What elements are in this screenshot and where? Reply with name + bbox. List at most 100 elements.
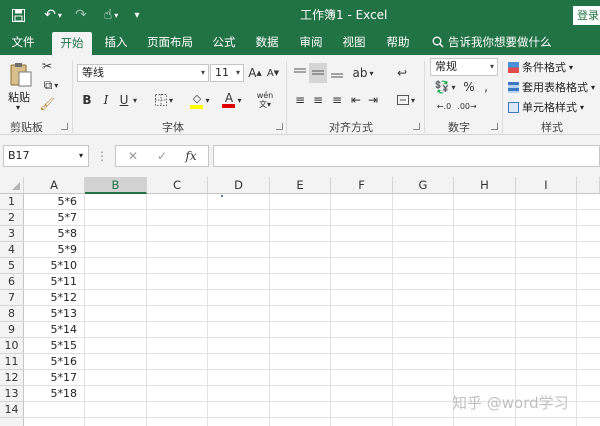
insert-function-icon[interactable]: fx <box>182 148 200 164</box>
comma-style-icon[interactable]: , <box>479 79 493 95</box>
underline-button[interactable]: U <box>117 92 131 108</box>
percent-style-icon[interactable]: % <box>462 79 476 95</box>
phonetic-guide-icon[interactable]: wén 文▾ <box>253 89 277 111</box>
touch-mode-icon[interactable]: ☝ ▾ <box>96 0 126 30</box>
cell-a5[interactable]: 5*10 <box>24 258 85 274</box>
row-header[interactable]: 13 <box>0 386 24 402</box>
number-launcher-icon[interactable] <box>491 123 498 130</box>
enter-check-icon[interactable]: ✓ <box>153 148 171 164</box>
copy-icon[interactable]: ⧉ ▾ <box>38 77 64 93</box>
increase-indent-icon[interactable]: ⇥ <box>365 91 381 109</box>
column-header[interactable]: A <box>24 177 85 194</box>
row-header[interactable]: 5 <box>0 258 24 274</box>
cell-a10[interactable]: 5*15 <box>24 338 85 354</box>
cell-a8[interactable]: 5*13 <box>24 306 85 322</box>
fill-color-icon[interactable]: ◇ ▾ <box>186 91 214 109</box>
bold-button[interactable]: B <box>80 92 94 108</box>
cell-a13[interactable]: 5*18 <box>24 386 85 402</box>
row-header[interactable]: 7 <box>0 290 24 306</box>
font-launcher-icon[interactable] <box>276 123 283 130</box>
align-middle-icon[interactable] <box>309 63 327 83</box>
row-header[interactable]: 1 <box>0 194 24 210</box>
align-left-icon[interactable]: ≡ <box>291 91 309 109</box>
cancel-icon[interactable]: ✕ <box>124 148 142 164</box>
cell-a11[interactable]: 5*16 <box>24 354 85 370</box>
column-header[interactable]: H <box>454 177 516 194</box>
row-header[interactable]: 4 <box>0 242 24 258</box>
row-header[interactable]: 8 <box>0 306 24 322</box>
align-bottom-icon[interactable] <box>328 64 346 82</box>
row-header[interactable]: 3 <box>0 226 24 242</box>
tab-home[interactable]: 开始 <box>52 32 92 55</box>
italic-button[interactable]: I <box>99 92 113 108</box>
save-icon[interactable] <box>8 0 28 30</box>
tab-help[interactable]: 帮助 <box>381 30 415 55</box>
select-all-corner[interactable] <box>0 177 24 194</box>
name-box[interactable]: B17 ▾ <box>3 145 89 167</box>
row-header[interactable]: 6 <box>0 274 24 290</box>
column-header[interactable]: F <box>331 177 393 194</box>
decrease-indent-icon[interactable]: ⇤ <box>348 91 364 109</box>
cell-a9[interactable]: 5*14 <box>24 322 85 338</box>
cut-icon[interactable]: ✂ <box>38 58 56 74</box>
cell-a1[interactable]: 5*6 <box>24 194 85 210</box>
orientation-icon[interactable]: ab ▾ <box>350 64 376 82</box>
tab-file[interactable]: 文件 <box>6 30 40 55</box>
column-header[interactable]: D <box>208 177 270 194</box>
cell-a3[interactable]: 5*8 <box>24 226 85 242</box>
clipboard-launcher-icon[interactable] <box>61 123 68 130</box>
row-header[interactable]: 14 <box>0 402 24 418</box>
cell-a7[interactable]: 5*12 <box>24 290 85 306</box>
column-header[interactable]: E <box>270 177 331 194</box>
accounting-format-icon[interactable]: 💱 ▾ <box>431 79 459 95</box>
cell-styles-button[interactable]: 单元格样式 ▾ <box>508 99 584 115</box>
underline-dropdown-icon[interactable]: ▾ <box>130 92 140 108</box>
row-header[interactable]: 9 <box>0 322 24 338</box>
column-header[interactable]: G <box>393 177 454 194</box>
format-as-table-button[interactable]: 套用表格格式 ▾ <box>508 79 595 95</box>
cell-a4[interactable]: 5*9 <box>24 242 85 258</box>
worksheet-grid[interactable]: A B C D E F G H I 1 2 3 4 5 6 7 8 9 10 1… <box>0 177 600 426</box>
font-color-icon[interactable]: A ▾ <box>218 91 246 109</box>
drag-handle-icon[interactable]: ⋮ <box>96 149 108 163</box>
row-header[interactable]: 2 <box>0 210 24 226</box>
align-center-icon[interactable]: ≡ <box>309 91 327 109</box>
font-name-combo[interactable]: 等线 ▾ <box>77 64 209 82</box>
borders-icon[interactable]: ▾ <box>150 92 178 108</box>
wrap-text-icon[interactable]: ↩ <box>393 64 411 82</box>
column-header[interactable] <box>577 177 600 194</box>
row-header[interactable]: 11 <box>0 354 24 370</box>
cell-a2[interactable]: 5*7 <box>24 210 85 226</box>
conditional-formatting-button[interactable]: 条件格式 ▾ <box>508 59 573 75</box>
increase-font-icon[interactable]: A ▲ <box>248 65 262 81</box>
tab-view[interactable]: 视图 <box>337 30 371 55</box>
merge-center-icon[interactable]: ▾ <box>393 91 419 109</box>
paste-icon[interactable] <box>8 61 34 89</box>
customize-icon[interactable]: ▾ <box>130 0 144 30</box>
tab-page-layout[interactable]: 页面布局 <box>143 30 197 55</box>
cell-a6[interactable]: 5*11 <box>24 274 85 290</box>
row-header[interactable]: 12 <box>0 370 24 386</box>
tab-data[interactable]: 数据 <box>250 30 284 55</box>
tab-formulas[interactable]: 公式 <box>207 30 241 55</box>
undo-icon[interactable]: ↶ ▾ <box>38 0 68 30</box>
alignment-launcher-icon[interactable] <box>413 123 420 130</box>
column-header[interactable]: I <box>516 177 577 194</box>
column-header-selected[interactable]: B <box>85 177 147 194</box>
decrease-font-icon[interactable]: A ▼ <box>266 65 280 81</box>
row-header[interactable]: 10 <box>0 338 24 354</box>
redo-icon[interactable]: ↷ <box>72 0 90 30</box>
align-top-icon[interactable] <box>291 64 309 82</box>
tell-me-search[interactable]: 告诉我你想要做什么 <box>448 30 556 55</box>
cell-a12[interactable]: 5*17 <box>24 370 85 386</box>
column-header[interactable]: C <box>147 177 208 194</box>
font-size-combo[interactable]: 11 ▾ <box>210 64 244 82</box>
align-right-icon[interactable]: ≡ <box>328 91 346 109</box>
tab-review[interactable]: 审阅 <box>294 30 328 55</box>
paste-dropdown-icon[interactable]: ▾ <box>16 103 20 112</box>
format-painter-icon[interactable]: 🖌 <box>38 96 56 112</box>
decrease-decimal-icon[interactable]: .00→ <box>456 98 478 114</box>
formula-input[interactable] <box>213 145 600 167</box>
number-format-combo[interactable]: 常规 ▾ <box>430 58 498 76</box>
login-button[interactable]: 登录 <box>573 6 600 25</box>
